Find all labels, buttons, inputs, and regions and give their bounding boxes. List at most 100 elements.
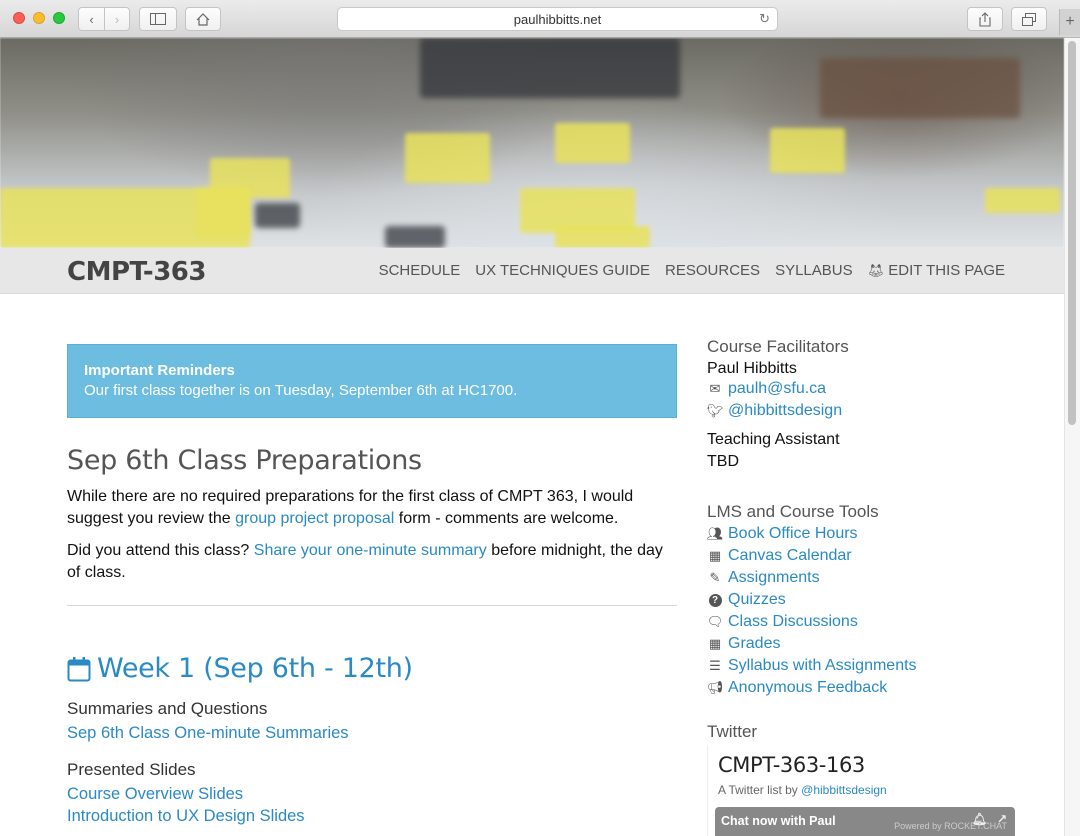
reminder-alert: Important Reminders Our first class toge…: [67, 344, 677, 418]
site-navbar: CMPT-363 SCHEDULE UX TECHNIQUES GUIDE RE…: [0, 248, 1064, 294]
scrollbar-thumb[interactable]: [1068, 41, 1076, 425]
tool-label: Canvas Calendar: [728, 547, 852, 564]
lms-heading: LMS and Course Tools: [707, 502, 879, 521]
ta-name: TBD: [707, 453, 739, 470]
zoom-window-button[interactable]: [53, 12, 65, 24]
site-brand[interactable]: CMPT-363: [67, 257, 207, 287]
home-button[interactable]: [185, 7, 221, 31]
twitter-list-title[interactable]: CMPT-363-163: [718, 753, 865, 777]
twitter-link[interactable]: 🐦︎ @hibbittsdesign: [707, 400, 1047, 422]
nav-edit-label: EDIT THIS PAGE: [888, 262, 1005, 279]
sidebar-icon: [150, 13, 166, 25]
prep-heading: Sep 6th Class Preparations: [67, 445, 422, 476]
tool-anonymous-feedback[interactable]: 📢︎ Anonymous Feedback: [707, 677, 1047, 699]
nav-resources[interactable]: RESOURCES: [665, 262, 760, 279]
slides-heading: Presented Slides: [67, 760, 196, 779]
tool-label: Anonymous Feedback: [728, 679, 888, 696]
pencil-icon: ✎: [709, 570, 721, 585]
nav-links: SCHEDULE UX TECHNIQUES GUIDE RESOURCES S…: [379, 262, 1005, 279]
tool-canvas-calendar[interactable]: ▦ Canvas Calendar: [707, 545, 1047, 567]
summary-paragraph: Did you attend this class? Share your on…: [67, 540, 677, 584]
show-tabs-button[interactable]: [1011, 7, 1047, 31]
external-link-icon[interactable]: ↗: [997, 812, 1007, 826]
tool-book-office-hours[interactable]: 👥︎ Book Office Hours: [707, 523, 1047, 545]
tool-label: Book Office Hours: [728, 525, 858, 542]
question-circle-icon: ?: [707, 593, 723, 607]
ta-label: Teaching Assistant: [707, 431, 840, 448]
sticky-note: [770, 128, 845, 173]
nav-ux-techniques-guide[interactable]: UX TECHNIQUES GUIDE: [475, 262, 650, 279]
envelope-icon: ✉: [709, 381, 721, 396]
new-tab-button[interactable]: +: [1059, 9, 1080, 35]
group-project-proposal-link[interactable]: group project proposal: [235, 510, 394, 527]
email-link[interactable]: ✉ paulh@sfu.ca: [707, 378, 1047, 400]
byline-text: A Twitter list by: [718, 783, 802, 797]
hero-shape: [420, 38, 680, 98]
share-summary-link[interactable]: Share your one-minute summary: [254, 542, 487, 559]
bullhorn-icon: 📢︎: [706, 680, 724, 695]
tabs-icon: [1022, 12, 1036, 26]
twitter-section: Twitter: [707, 722, 1047, 742]
tool-label: Class Discussions: [728, 613, 858, 630]
facilitators-heading: Course Facilitators: [707, 337, 849, 356]
prep-text: form - comments are welcome.: [394, 510, 619, 527]
facilitator-name: Paul Hibbitts: [707, 360, 797, 377]
list-icon: ☰: [709, 658, 721, 673]
back-forward-group: ‹ ›: [78, 7, 130, 31]
nav-syllabus[interactable]: SYLLABUS: [775, 262, 853, 279]
course-overview-slides-link[interactable]: Course Overview Slides: [67, 785, 243, 804]
chat-label: Chat now with Paul: [721, 814, 836, 828]
address-bar[interactable]: paulhibbitts.net ↻: [337, 7, 778, 31]
hero-image: [0, 38, 1064, 248]
tool-label: Syllabus with Assignments: [728, 657, 917, 674]
summaries-heading: Summaries and Questions: [67, 699, 268, 718]
tool-class-discussions[interactable]: 🗨︎ Class Discussions: [707, 611, 1047, 633]
gitlab-icon: 🦊︎: [867, 263, 885, 278]
lms-section: LMS and Course Tools 👥︎ Book Office Hours…: [707, 502, 1047, 699]
browser-toolbar: ‹ › paulhibbitts.net ↻ +: [0, 0, 1080, 38]
tool-label: Assignments: [728, 569, 820, 586]
chat-controls: 🔔︎ ↗: [972, 812, 1007, 826]
tool-grades[interactable]: ▦ Grades: [707, 633, 1047, 655]
chevron-right-icon: ›: [114, 11, 120, 27]
bell-icon[interactable]: 🔔︎: [972, 812, 987, 826]
hero-shape: [820, 58, 1020, 118]
forward-button[interactable]: ›: [103, 8, 129, 30]
tool-syllabus-assignments[interactable]: ☰ Syllabus with Assignments: [707, 655, 1047, 677]
twitter-list-owner-link[interactable]: @hibbittsdesign: [801, 783, 887, 797]
twitter-heading: Twitter: [707, 722, 758, 741]
hero-shape: [385, 226, 445, 248]
week-heading[interactable]: Week 1 (Sep 6th - 12th): [67, 653, 413, 684]
tool-assignments[interactable]: ✎ Assignments: [707, 567, 1047, 589]
intro-ux-slides-link[interactable]: Introduction to UX Design Slides: [67, 807, 305, 826]
show-sidebar-button[interactable]: [139, 7, 177, 31]
tool-quizzes[interactable]: ? Quizzes: [707, 589, 1047, 611]
twitter-text: @hibbittsdesign: [728, 402, 843, 419]
comments-icon: 🗨︎: [706, 614, 724, 629]
reload-icon[interactable]: ↻: [759, 11, 770, 27]
url-text: paulhibbitts.net: [513, 11, 602, 27]
summary-text: Did you attend this class?: [67, 542, 254, 559]
calendar-icon: [67, 656, 91, 681]
plus-icon: +: [1065, 13, 1075, 30]
back-button[interactable]: ‹: [79, 8, 104, 30]
calculator-icon: ▦: [708, 636, 722, 651]
summaries-link[interactable]: Sep 6th Class One-minute Summaries: [67, 724, 349, 743]
sticky-note: [405, 133, 490, 183]
alert-title: Important Reminders: [84, 362, 235, 379]
sticky-note: [555, 123, 630, 163]
divider: [67, 605, 677, 606]
chat-widget[interactable]: Chat now with Paul Powered by ROCKET.CHA…: [715, 807, 1015, 836]
share-button[interactable]: [967, 7, 1003, 31]
hero-shape: [255, 203, 300, 228]
nav-schedule[interactable]: SCHEDULE: [379, 262, 461, 279]
chevron-left-icon: ‹: [89, 11, 94, 27]
close-window-button[interactable]: [13, 12, 25, 24]
sticky-note: [555, 226, 650, 248]
alert-text: Our first class together is on Tuesday, …: [84, 382, 518, 399]
nav-edit-this-page[interactable]: 🦊︎ EDIT THIS PAGE: [868, 262, 1005, 279]
twitter-list-byline: A Twitter list by @hibbittsdesign: [718, 783, 887, 797]
minimize-window-button[interactable]: [33, 12, 45, 24]
week-title: Week 1 (Sep 6th - 12th): [97, 653, 413, 684]
calendar-icon: ▦: [708, 548, 722, 563]
